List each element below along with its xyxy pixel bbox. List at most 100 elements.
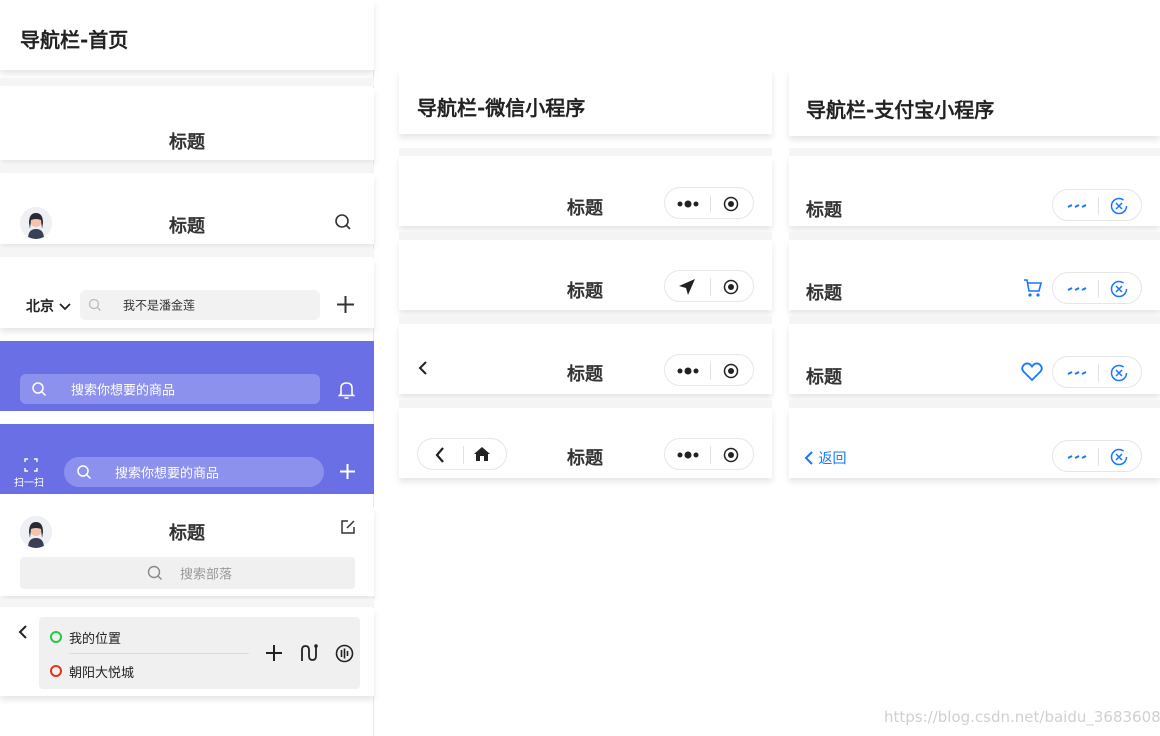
capsule-menu bbox=[1052, 272, 1142, 304]
back-arrow-icon[interactable] bbox=[434, 446, 446, 464]
search-icon bbox=[77, 465, 92, 480]
wechat-navbar-3: 标题 bbox=[399, 324, 772, 394]
back-button[interactable]: 返回 bbox=[804, 448, 846, 468]
city-selector[interactable]: 北京 bbox=[26, 296, 71, 316]
avatar[interactable] bbox=[20, 516, 52, 548]
more-dots-icon[interactable] bbox=[676, 365, 700, 377]
heart-icon[interactable] bbox=[1021, 362, 1043, 382]
navbar-title: 标题 bbox=[567, 281, 603, 302]
scan-icon bbox=[24, 458, 38, 472]
capsule-menu bbox=[1052, 356, 1142, 388]
origin-label[interactable]: 我的位置 bbox=[69, 628, 121, 647]
navbar-title: 标题 bbox=[567, 198, 603, 219]
capsule-menu bbox=[664, 438, 754, 470]
alipay-navbar-2: 标题 bbox=[789, 240, 1160, 310]
home-icon[interactable] bbox=[473, 446, 491, 462]
navbar-purple-search-bell: 搜索你想要的商品 bbox=[0, 341, 374, 411]
section-heading-bar: 导航栏-支付宝小程序 bbox=[789, 70, 1160, 136]
search-icon bbox=[32, 382, 47, 397]
close-circle-icon[interactable] bbox=[723, 279, 739, 295]
more-icon[interactable] bbox=[1067, 454, 1087, 460]
close-circle-icon[interactable] bbox=[1110, 197, 1128, 215]
section-heading-bar: 导航栏-微信小程序 bbox=[399, 70, 772, 134]
search-input[interactable]: 我不是潘金莲 bbox=[80, 290, 320, 320]
city-label: 北京 bbox=[26, 299, 54, 315]
plus-icon[interactable] bbox=[265, 644, 283, 662]
close-circle-icon[interactable] bbox=[1110, 364, 1128, 382]
navbar-title: 标题 bbox=[169, 216, 205, 237]
more-dots-icon[interactable] bbox=[676, 198, 700, 210]
close-circle-icon[interactable] bbox=[1110, 448, 1128, 466]
search-icon bbox=[88, 298, 101, 311]
navbar-title: 标题 bbox=[169, 132, 205, 153]
close-circle-icon[interactable] bbox=[723, 447, 739, 463]
search-icon bbox=[147, 565, 162, 580]
bell-icon[interactable] bbox=[338, 380, 355, 399]
search-placeholder: 搜索你想要的商品 bbox=[115, 466, 220, 482]
more-icon[interactable] bbox=[1067, 203, 1087, 209]
edit-icon[interactable] bbox=[341, 520, 355, 534]
route-box: 我的位置 朝阳大悦城 bbox=[39, 617, 360, 689]
avatar[interactable] bbox=[20, 207, 52, 239]
location-arrow-icon[interactable] bbox=[678, 278, 696, 296]
destination-dot-icon bbox=[50, 665, 62, 677]
alipay-navbar-4: 返回 bbox=[789, 408, 1160, 478]
more-icon[interactable] bbox=[1067, 370, 1087, 376]
capsule-menu bbox=[664, 354, 754, 386]
destination-label[interactable]: 朝阳大悦城 bbox=[69, 662, 134, 681]
alipay-navbar-3: 标题 bbox=[789, 324, 1160, 394]
search-placeholder: 搜索你想要的商品 bbox=[71, 383, 176, 399]
close-circle-icon[interactable] bbox=[723, 196, 739, 212]
close-circle-icon[interactable] bbox=[1110, 280, 1128, 298]
search-input[interactable]: 搜索你想要的商品 bbox=[20, 374, 320, 404]
plus-icon[interactable] bbox=[336, 295, 355, 314]
scan-button[interactable]: 扫一扫 bbox=[14, 458, 48, 489]
voice-icon[interactable] bbox=[335, 644, 354, 663]
capsule-menu bbox=[664, 187, 754, 219]
navbar-title: 标题 bbox=[806, 367, 842, 388]
search-placeholder: 搜索部落 bbox=[180, 567, 233, 583]
navbar-title: 标题 bbox=[567, 364, 603, 385]
search-placeholder: 我不是潘金莲 bbox=[123, 298, 196, 313]
navbar-title: 标题 bbox=[567, 448, 603, 469]
plus-icon[interactable] bbox=[339, 463, 356, 480]
navbar-avatar-title-search: 标题 bbox=[0, 174, 374, 244]
search-input[interactable]: 搜索部落 bbox=[20, 557, 355, 589]
scan-label: 扫一扫 bbox=[14, 478, 44, 489]
wechat-navbar-2: 标题 bbox=[399, 240, 772, 310]
watermark: https://blog.csdn.net/baidu_36836080 bbox=[884, 708, 1160, 726]
search-icon[interactable] bbox=[334, 213, 352, 231]
section-heading: 导航栏-首页 bbox=[20, 28, 129, 52]
section-heading: 导航栏-微信小程序 bbox=[417, 96, 586, 120]
navbar-city-search: 北京 我不是潘金莲 bbox=[0, 258, 374, 328]
section-heading: 导航栏-支付宝小程序 bbox=[806, 98, 995, 122]
search-input[interactable]: 搜索你想要的商品 bbox=[64, 457, 324, 487]
chevron-down-icon bbox=[59, 303, 71, 311]
wechat-navbar-column: 导航栏-微信小程序 标题 标题 标题 标题 bbox=[399, 70, 772, 490]
navbar-title: 标题 bbox=[169, 523, 205, 544]
alipay-navbar-column: 导航栏-支付宝小程序 标题 标题 标题 返回 bbox=[789, 70, 1160, 490]
navbar-avatar-title-edit-search: 标题 搜索部落 bbox=[0, 508, 374, 596]
capsule-menu bbox=[1052, 189, 1142, 221]
close-circle-icon[interactable] bbox=[723, 363, 739, 379]
wechat-navbar-4: 标题 bbox=[399, 408, 772, 478]
back-home-capsule bbox=[417, 438, 507, 470]
more-dots-icon[interactable] bbox=[676, 449, 700, 461]
back-arrow-icon bbox=[804, 451, 813, 465]
back-label: 返回 bbox=[818, 451, 847, 467]
section-heading-bar: 导航栏-首页 bbox=[0, 0, 374, 70]
alipay-navbar-1: 标题 bbox=[789, 156, 1160, 226]
navbar-title: 标题 bbox=[806, 283, 842, 304]
back-arrow-icon[interactable] bbox=[16, 624, 30, 640]
origin-dot-icon bbox=[50, 631, 62, 643]
capsule-menu bbox=[1052, 440, 1142, 472]
wechat-navbar-1: 标题 bbox=[399, 156, 772, 226]
navbar-title-only: 标题 bbox=[0, 88, 374, 160]
back-arrow-icon[interactable] bbox=[417, 360, 429, 376]
cart-icon[interactable] bbox=[1023, 278, 1043, 298]
navbar-purple-scan-search: 扫一扫 搜索你想要的商品 bbox=[0, 424, 374, 494]
more-icon[interactable] bbox=[1067, 286, 1087, 292]
capsule-menu bbox=[664, 270, 754, 302]
route-icon[interactable] bbox=[299, 643, 319, 663]
home-navbar-column: 导航栏-首页 标题 标题 北京 我不是潘金莲 搜索你想要的商品 扫一扫 搜索你想… bbox=[0, 0, 374, 736]
